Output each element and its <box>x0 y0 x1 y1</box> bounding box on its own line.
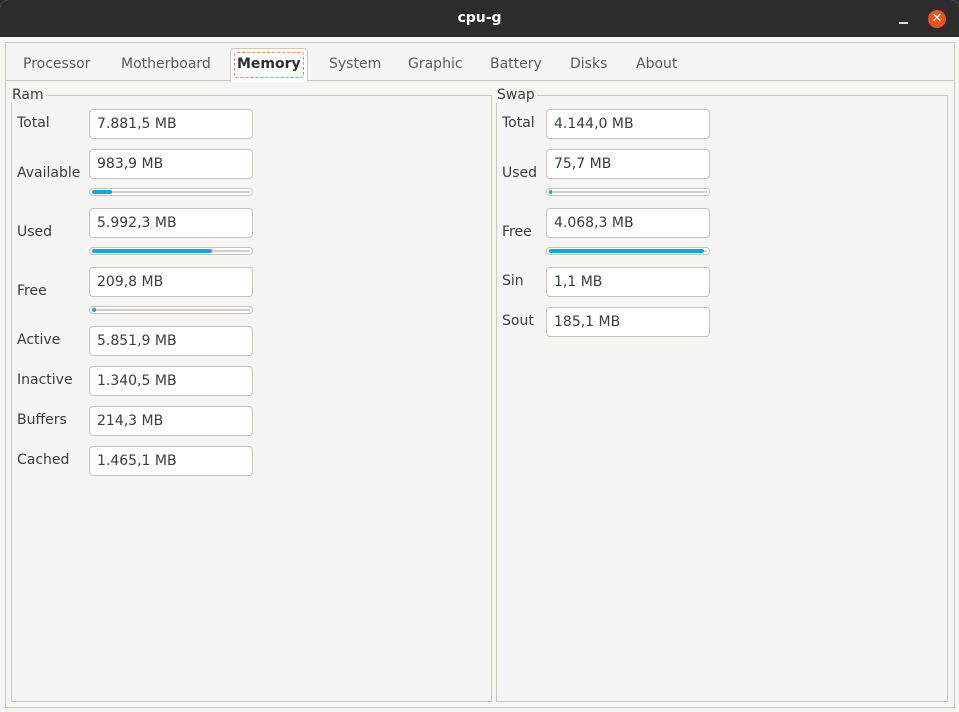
ram-used-progress-fill <box>92 249 212 253</box>
swap-sin-label: Sin <box>502 273 524 289</box>
tab-motherboard[interactable]: Motherboard <box>121 56 211 72</box>
window-title: cpu-g <box>457 10 502 26</box>
ram-cached-label: Cached <box>17 452 70 468</box>
tab-system[interactable]: System <box>329 56 381 72</box>
close-icon: ✕ <box>931 11 943 26</box>
swap-free-progress-fill <box>549 249 704 253</box>
tab-battery[interactable]: Battery <box>490 56 542 72</box>
ram-available-progress-fill <box>92 190 112 194</box>
ram-frame-title: Ram <box>10 87 46 103</box>
ram-inactive-label: Inactive <box>17 372 73 388</box>
minimize-button[interactable] <box>893 9 915 29</box>
tab-processor[interactable]: Processor <box>23 56 90 72</box>
focus-ring <box>234 52 304 78</box>
ram-inactive-field[interactable]: 1.340,5 MB <box>89 366 253 396</box>
ram-total-field[interactable]: 7.881,5 MB <box>89 109 253 139</box>
swap-free-field[interactable]: 4.068,3 MB <box>546 208 710 238</box>
ram-buffers-label: Buffers <box>17 412 67 428</box>
ram-available-progress <box>89 188 253 196</box>
ram-available-field[interactable]: 983,9 MB <box>89 149 253 179</box>
swap-free-progress <box>546 247 710 255</box>
ram-active-field[interactable]: 5.851,9 MB <box>89 326 253 356</box>
swap-used-progress-fill <box>549 190 552 194</box>
ram-total-label: Total <box>17 115 50 131</box>
ram-free-field[interactable]: 209,8 MB <box>89 267 253 297</box>
ram-used-progress <box>89 247 253 255</box>
swap-used-field[interactable]: 75,7 MB <box>546 149 710 179</box>
ram-frame: Ram Total 7.881,5 MB Available 983,9 MB … <box>10 87 492 702</box>
title-bar[interactable]: cpu-g ✕ <box>0 0 959 37</box>
tab-graphic[interactable]: Graphic <box>408 56 463 72</box>
ram-free-label: Free <box>17 283 47 299</box>
tab-disks[interactable]: Disks <box>570 56 607 72</box>
ram-active-label: Active <box>17 332 61 348</box>
swap-free-label: Free <box>502 224 532 240</box>
tab-bar: Processor Motherboard Memory System Grap… <box>6 43 954 82</box>
ram-available-label: Available <box>17 165 81 181</box>
swap-sout-label: Sout <box>502 313 534 329</box>
tab-memory[interactable]: Memory <box>230 48 308 82</box>
app-window: cpu-g ✕ Processor Motherboard Memory Sys… <box>0 0 959 712</box>
ram-free-progress <box>89 306 253 314</box>
ram-buffers-field[interactable]: 214,3 MB <box>89 406 253 436</box>
close-button[interactable]: ✕ <box>928 10 946 28</box>
swap-used-label: Used <box>502 165 538 181</box>
tab-about[interactable]: About <box>636 56 677 72</box>
main-content: Processor Motherboard Memory System Grap… <box>5 42 955 708</box>
ram-cached-field[interactable]: 1.465,1 MB <box>89 446 253 476</box>
swap-used-progress <box>546 188 710 196</box>
swap-frame: Swap Total 4.144,0 MB Used 75,7 MB Free … <box>495 87 948 702</box>
ram-used-label: Used <box>17 224 53 240</box>
ram-used-field[interactable]: 5.992,3 MB <box>89 208 253 238</box>
swap-sout-field[interactable]: 185,1 MB <box>546 307 710 337</box>
ram-free-progress-fill <box>92 308 96 312</box>
swap-total-field[interactable]: 4.144,0 MB <box>546 109 710 139</box>
swap-frame-title: Swap <box>495 87 537 103</box>
swap-sin-field[interactable]: 1,1 MB <box>546 267 710 297</box>
swap-total-label: Total <box>502 115 535 131</box>
